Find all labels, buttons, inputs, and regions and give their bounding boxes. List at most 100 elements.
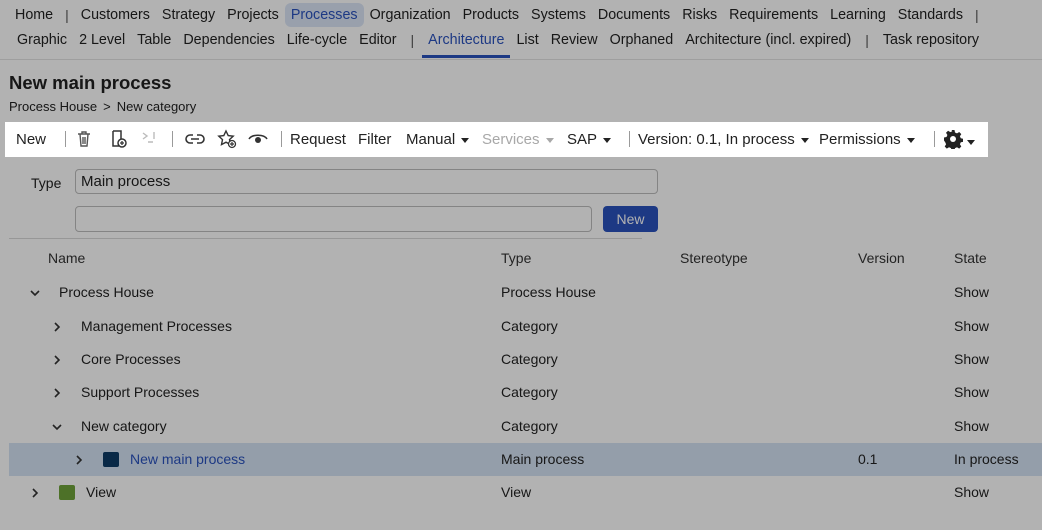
gear-icon [943,129,963,149]
new-item-button[interactable]: New [603,206,658,232]
chevron-right-icon[interactable] [29,486,41,498]
nav-item-products[interactable]: Products [457,3,525,27]
table-row[interactable]: New main process Main process 0.1 In proces… [9,443,1042,476]
version-cell: 0.1 [858,451,878,467]
chevron-down-icon [603,137,612,143]
chevron-down-icon [545,137,554,143]
chevron-right-icon[interactable] [73,453,85,465]
subnav-item-graphic[interactable]: Graphic [11,29,73,58]
column-header-version[interactable]: Version [858,250,905,266]
sap-label: SAP [567,130,598,148]
chevron-down-icon [906,137,915,143]
filter-button[interactable]: Filter [358,122,391,156]
chevron-down-icon [967,139,975,145]
nav-item-learning[interactable]: Learning [824,3,892,27]
request-button[interactable]: Request [290,122,346,156]
subnav-item-editor[interactable]: Editor [353,29,402,58]
column-header-state[interactable]: State [954,250,987,266]
subnav-item-list[interactable]: List [510,29,544,58]
state-cell: Show [954,418,990,434]
eye-icon[interactable] [248,129,268,149]
unlink-icon [139,129,159,149]
nav-item-customers[interactable]: Customers [75,3,156,27]
table-row[interactable]: Support Processes Category Show [9,376,1042,409]
toolbar-separator [281,131,282,147]
column-header-type[interactable]: Type [501,250,531,266]
subnav-item-architecture-incl-expired-[interactable]: Architecture (incl. expired) [679,29,857,58]
state-cell: Show [954,284,990,300]
type-cell: View [501,484,532,500]
state-cell: Show [954,318,990,334]
toolbar: New Request Filter Manual Services SAP V… [5,122,988,157]
chevron-right-icon[interactable] [51,320,63,332]
breadcrumb-item[interactable]: Process House [9,99,97,114]
subnav-item-architecture[interactable]: Architecture [422,29,511,58]
column-header-name[interactable]: Name [48,250,85,266]
new-item-input[interactable] [75,206,592,232]
nav-item-standards[interactable]: Standards [892,3,969,27]
breadcrumb: Process House > New category [9,99,196,114]
name-cell[interactable]: Management Processes [81,310,232,343]
services-label: Services [482,130,540,148]
name-cell[interactable]: Core Processes [81,343,181,376]
name-cell[interactable]: Process House [59,276,154,309]
table-row[interactable]: Process House Process House Show [9,276,1042,309]
subnav-item-table[interactable]: Table [131,29,177,58]
nav-item-risks[interactable]: Risks [676,3,723,27]
settings-dropdown[interactable] [943,122,975,156]
name-cell[interactable]: Support Processes [81,376,199,409]
nav-item-organization[interactable]: Organization [364,3,457,27]
add-document-icon[interactable] [109,129,129,149]
nav-item-home[interactable]: Home [9,3,59,27]
services-dropdown: Services [482,122,554,156]
subnav-item-2-level[interactable]: 2 Level [73,29,131,58]
breadcrumb-separator: > [103,99,111,114]
table-row[interactable]: Management Processes Category Show [9,310,1042,343]
manual-dropdown[interactable]: Manual [406,122,470,156]
table-row[interactable]: New category Category Show [9,410,1042,443]
trash-icon[interactable] [74,129,94,149]
table-row[interactable]: Core Processes Category Show [9,343,1042,376]
link-icon[interactable] [185,129,205,149]
element-type-icon [59,485,75,500]
nav-item-documents[interactable]: Documents [592,3,676,27]
subnav-item-life-cycle[interactable]: Life-cycle [281,29,353,58]
nav-divider [0,59,1042,60]
chevron-down-icon [461,137,470,143]
element-type-icon [103,452,119,467]
chevron-down-icon[interactable] [29,286,41,298]
state-cell: Show [954,484,990,500]
form-divider [9,238,642,239]
version-dropdown[interactable]: Version: 0.1, In process [638,122,809,156]
chevron-right-icon[interactable] [51,353,63,365]
nav-separator: | [865,32,869,48]
name-cell[interactable]: New main process [130,443,245,476]
column-header-stereotype[interactable]: Stereotype [680,250,748,266]
chevron-down-icon[interactable] [51,420,63,432]
name-cell[interactable]: New category [81,410,167,443]
subnav-item-task-repository[interactable]: Task repository [877,29,985,58]
primary-nav: Home | Customers Strategy Projects Processes O… [0,0,1042,29]
nav-item-requirements[interactable]: Requirements [723,3,824,27]
subnav-item-orphaned[interactable]: Orphaned [604,29,680,58]
table-row[interactable]: View View Show [9,476,1042,509]
subnav-item-review[interactable]: Review [545,29,604,58]
type-field[interactable] [75,169,658,194]
type-cell: Category [501,351,558,367]
nav-separator: | [410,32,415,48]
new-button[interactable]: New [16,122,46,156]
nav-item-projects[interactable]: Projects [221,3,285,27]
add-favorite-icon[interactable] [217,129,237,149]
sap-dropdown[interactable]: SAP [567,122,612,156]
nav-item-strategy[interactable]: Strategy [156,3,221,27]
breadcrumb-item[interactable]: New category [117,99,196,114]
name-cell[interactable]: View [86,476,116,509]
subnav-item-dependencies[interactable]: Dependencies [177,29,280,58]
nav-item-processes[interactable]: Processes [284,2,364,27]
toolbar-separator [65,131,66,147]
nav-item-systems[interactable]: Systems [525,3,592,27]
type-cell: Main process [501,451,585,467]
type-cell: Process House [501,284,596,300]
chevron-right-icon[interactable] [51,386,63,398]
permissions-dropdown[interactable]: Permissions [819,122,915,156]
